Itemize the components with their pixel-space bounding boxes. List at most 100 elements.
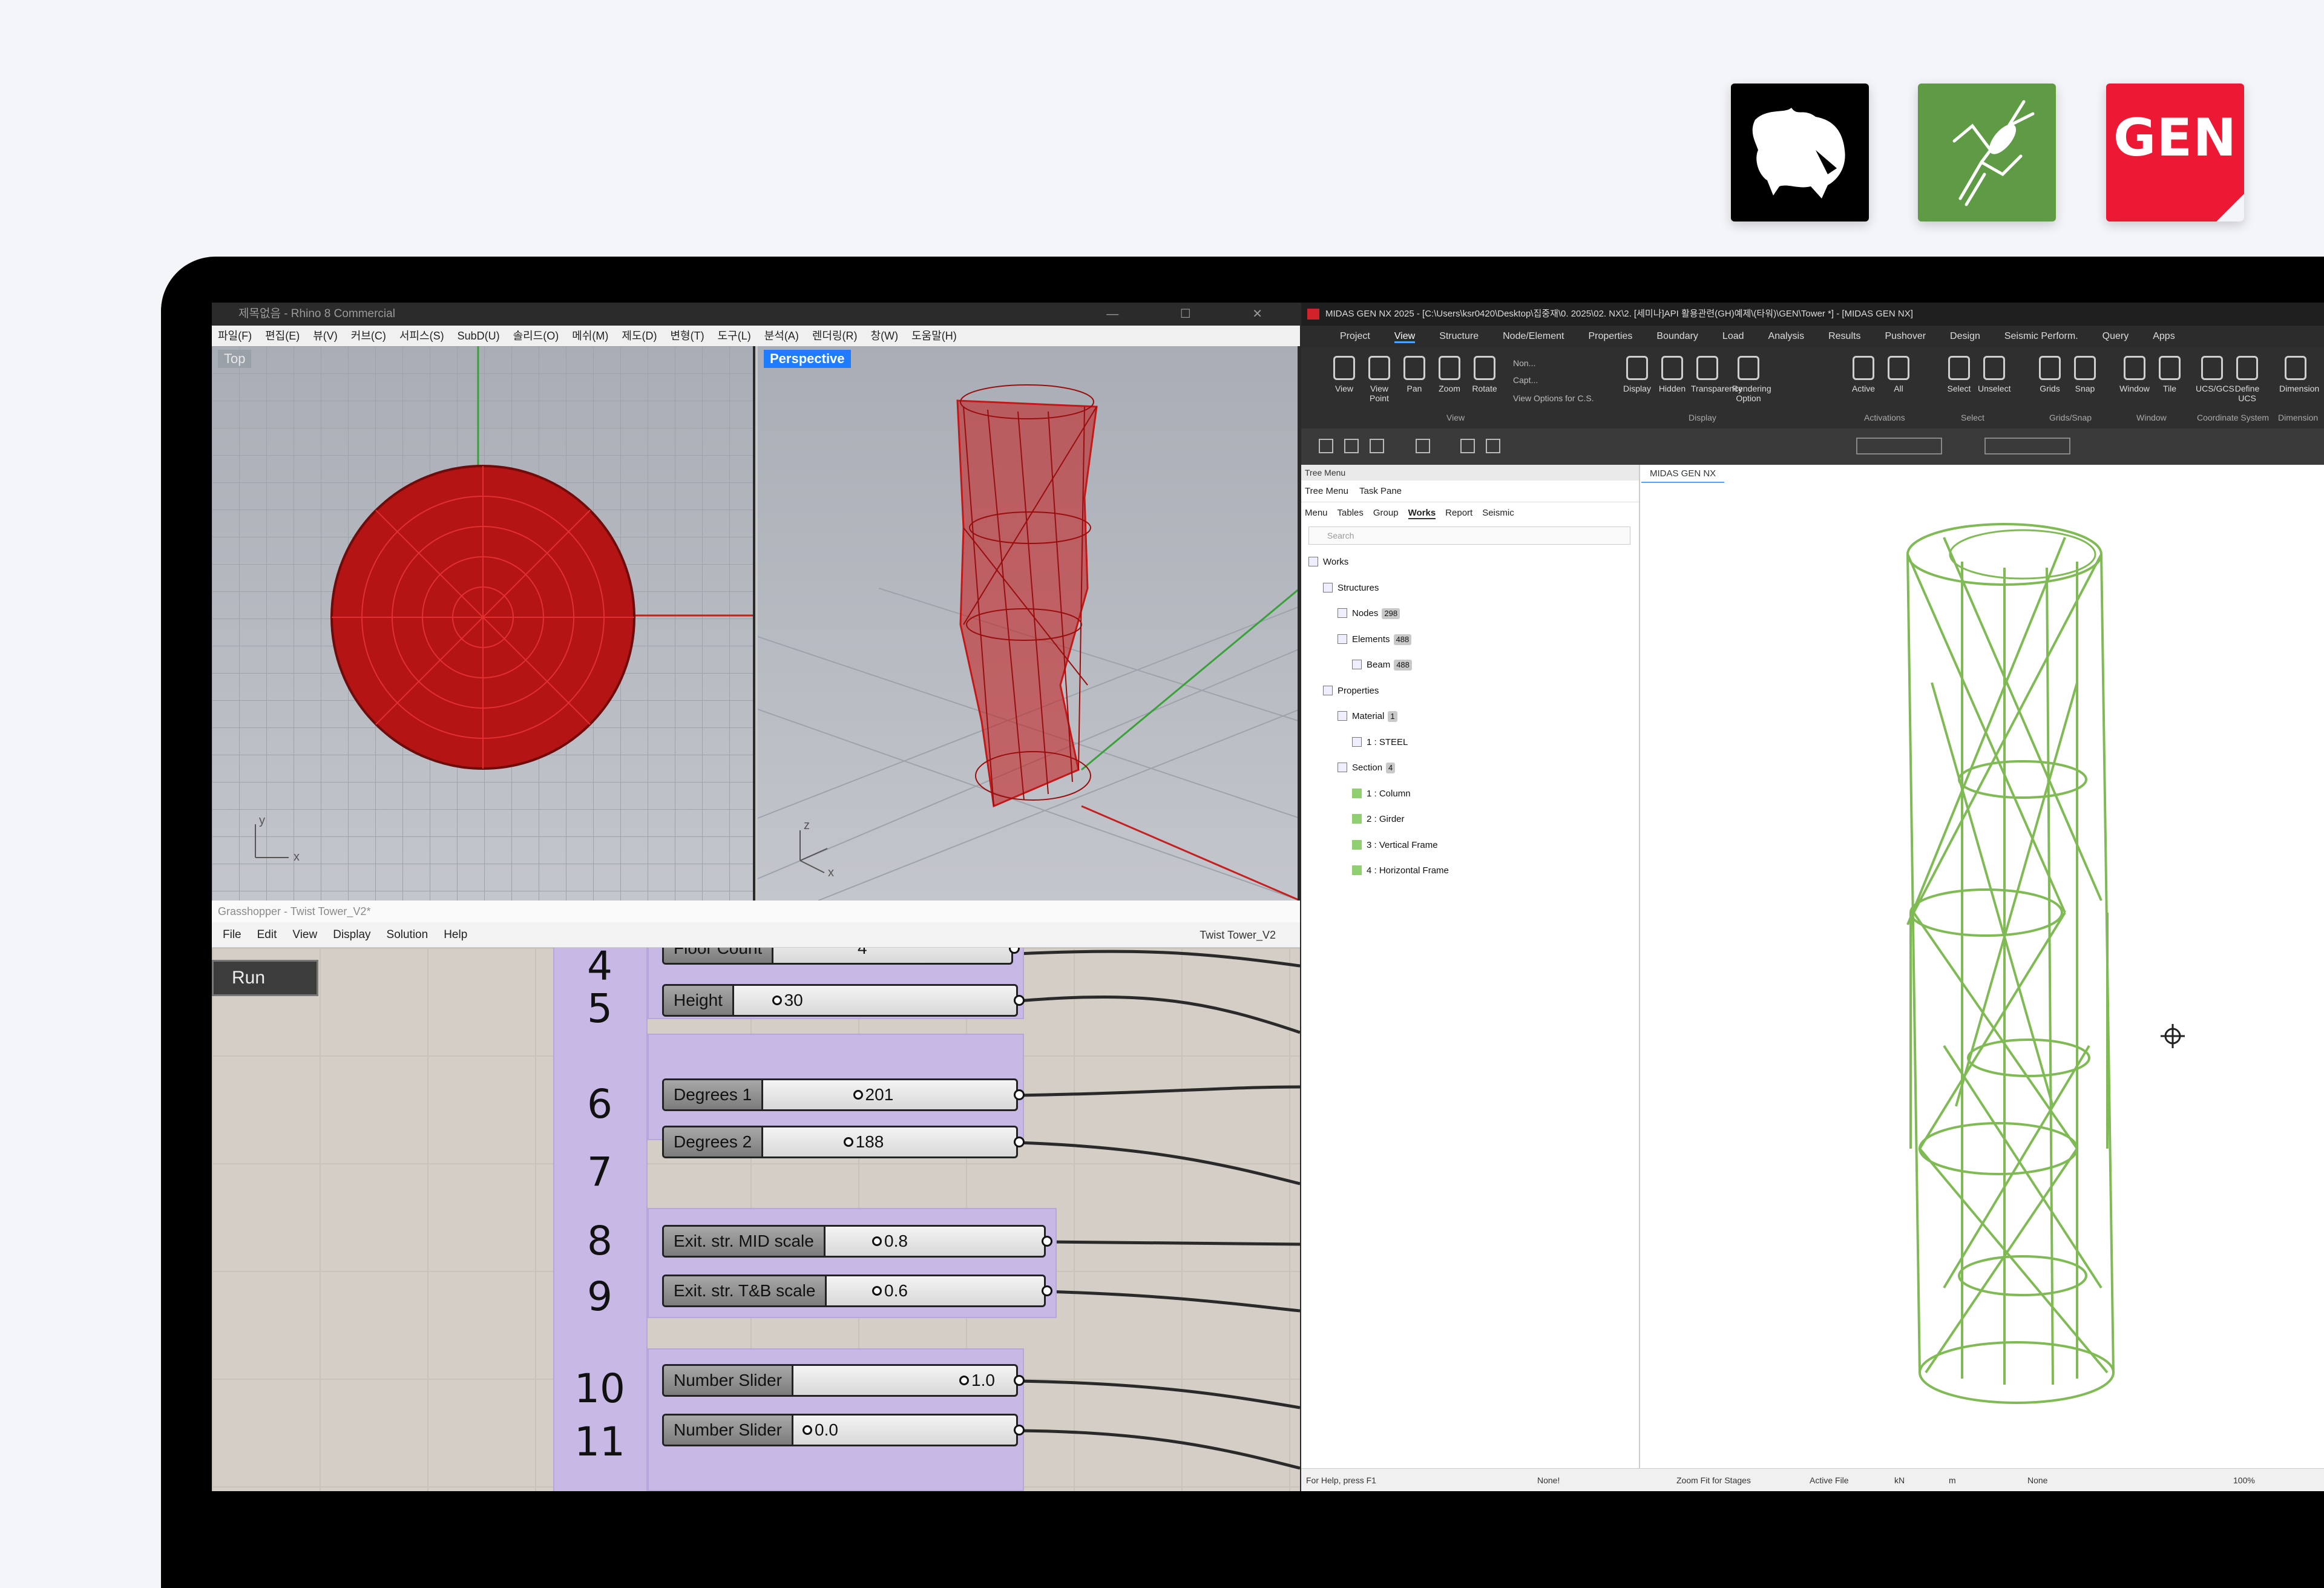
ribbon-button[interactable]: Define UCS <box>2231 356 2263 403</box>
rhino-menu-item[interactable]: 파일(F) <box>218 330 252 342</box>
slider-exit-mid-scale[interactable]: Exit. str. MID scale 0.8 <box>662 1225 1052 1258</box>
tree-panel-tab[interactable]: Task Pane <box>1359 486 1402 496</box>
ribbon-button[interactable]: Snap <box>2069 356 2101 393</box>
tree-subtab[interactable]: Seismic <box>1482 508 1514 518</box>
tree-subtab[interactable]: Works <box>1408 508 1436 519</box>
rhino-menu-item[interactable]: 분석(A) <box>764 330 799 342</box>
tree-item[interactable]: Structures <box>1323 580 1379 596</box>
ribbon-tab[interactable]: Apps <box>2153 331 2175 341</box>
gh-canvas[interactable]: Run 4 5 6 7 8 9 10 11 Floor Count 4 Heig… <box>212 948 1300 1491</box>
slider-grip-icon[interactable] <box>853 1090 863 1100</box>
ribbon-button[interactable]: Hidden <box>1656 356 1689 393</box>
selection-filter-select[interactable]: None <box>2027 1469 2047 1491</box>
ribbon-button[interactable]: View Point <box>1363 356 1396 403</box>
slider-degrees-2[interactable]: Degrees 2 188 <box>662 1126 1025 1158</box>
rhino-menu-item[interactable]: SubD(U) <box>458 330 500 342</box>
gh-menu-item[interactable]: Edit <box>257 928 277 941</box>
active-file-toggle[interactable]: Active File <box>1810 1469 1849 1491</box>
window-controls[interactable]: — ☐ ✕ <box>1106 303 1292 326</box>
ribbon-tab[interactable]: Structure <box>1439 331 1479 341</box>
force-unit-select[interactable]: kN <box>1894 1469 1905 1491</box>
gh-menu-item[interactable]: Solution <box>387 928 428 941</box>
rhino-menu-item[interactable]: 편집(E) <box>265 330 300 342</box>
ribbon-button[interactable]: Display <box>1621 356 1653 393</box>
tree-item[interactable]: Elements 488 <box>1338 632 1412 648</box>
rhino-menu-item[interactable]: 변형(T) <box>671 330 704 342</box>
ribbon-button[interactable]: Pan <box>1398 356 1431 393</box>
ribbon-tab[interactable]: Properties <box>1589 331 1633 341</box>
ribbon-button[interactable]: Unselect <box>1978 356 2011 393</box>
slider-degrees-1[interactable]: Degrees 1 201 <box>662 1078 1025 1111</box>
slider-height[interactable]: Height 30 <box>662 984 1025 1017</box>
tree-item[interactable]: 3 : Vertical Frame <box>1352 838 1438 853</box>
zoom-fit-toggle[interactable]: Zoom Fit for Stages <box>1676 1469 1751 1491</box>
tree-item[interactable]: Nodes 298 <box>1338 606 1400 622</box>
gh-menu-item[interactable]: View <box>292 928 317 941</box>
number-slider-1[interactable]: Number Slider 1.0 <box>662 1364 1025 1397</box>
tree-subtab[interactable]: Tables <box>1338 508 1364 518</box>
slider-exit-tb-scale[interactable]: Exit. str. T&B scale 0.6 <box>662 1275 1052 1307</box>
ribbon-button[interactable]: Dimension <box>2279 356 2319 393</box>
ribbon-tab[interactable]: View <box>1394 331 1416 343</box>
ribbon-tab[interactable]: Boundary <box>1656 331 1698 341</box>
ribbon-tab[interactable]: Project <box>1340 331 1370 341</box>
ribbon-tab[interactable]: Query <box>2102 331 2129 341</box>
tree-subtab[interactable]: Group <box>1373 508 1399 518</box>
viewport-label-perspective[interactable]: Perspective <box>764 350 851 368</box>
zoom-level-select[interactable]: 100% <box>2233 1469 2255 1491</box>
tree-subtab[interactable]: Report <box>1445 508 1472 518</box>
slider-floor-count[interactable]: Floor Count 4 <box>662 948 1020 965</box>
rhino-menu-item[interactable]: 렌더링(R) <box>812 330 858 342</box>
ribbon-tab[interactable]: Load <box>1722 331 1744 341</box>
viewport-perspective[interactable]: z x Perspective <box>758 346 1300 901</box>
ribbon-button[interactable]: Window <box>2118 356 2151 393</box>
tree-item[interactable]: Beam 488 <box>1352 657 1412 673</box>
slider-grip-icon[interactable] <box>872 1286 882 1296</box>
tree-item[interactable]: Material 1 <box>1338 709 1397 724</box>
rhino-menu-item[interactable]: 도움말(H) <box>911 330 957 342</box>
rhino-menu-item[interactable]: 솔리드(O) <box>513 330 559 342</box>
tree-item[interactable]: 1 : STEEL <box>1352 735 1408 750</box>
gh-menu-item[interactable]: File <box>223 928 241 941</box>
slider-grip-icon[interactable] <box>803 1425 812 1435</box>
ribbon-tab[interactable]: Analysis <box>1768 331 1805 341</box>
ribbon-tab[interactable]: Pushover <box>1885 331 1926 341</box>
run-button[interactable]: Run <box>212 960 318 996</box>
rhino-menu-item[interactable]: 도구(L) <box>718 330 751 342</box>
tree-subtab[interactable]: Menu <box>1305 508 1328 518</box>
tree-search-input[interactable]: Search <box>1308 527 1630 545</box>
ribbon-button[interactable]: Transparency <box>1691 356 1742 393</box>
ribbon-tab[interactable]: Node/Element <box>1503 331 1564 341</box>
rhino-menu-item[interactable]: 서피스(S) <box>399 330 444 342</box>
ribbon-button[interactable]: All <box>1882 356 1915 393</box>
slider-grip-icon[interactable] <box>872 1236 882 1246</box>
tree-item[interactable]: Works <box>1308 554 1348 570</box>
tree-item[interactable]: Section 4 <box>1338 760 1396 776</box>
tree-item[interactable]: Properties <box>1323 683 1379 699</box>
slider-grip-icon[interactable] <box>959 1376 969 1385</box>
ribbon-tab[interactable]: Design <box>1950 331 1980 341</box>
gh-document-name[interactable]: Twist Tower_V2 <box>1200 922 1276 948</box>
ribbon-button[interactable]: Active <box>1847 356 1880 393</box>
ribbon-small-button[interactable]: Non... <box>1513 358 1535 368</box>
number-slider-2[interactable]: Number Slider 0.0 <box>662 1414 1025 1446</box>
rhino-menu-item[interactable]: 커브(C) <box>351 330 386 342</box>
ribbon-button[interactable]: Select <box>1943 356 1975 393</box>
model-view[interactable]: MIDAS GEN NX <box>1641 465 2324 1468</box>
rhino-menu-item[interactable]: 제도(D) <box>622 330 657 342</box>
gh-menu-item[interactable]: Display <box>333 928 370 941</box>
ribbon-button[interactable]: Grids <box>2034 356 2066 393</box>
ribbon-button[interactable]: Zoom <box>1433 356 1466 393</box>
tree-item[interactable]: 4 : Horizontal Frame <box>1352 863 1449 879</box>
ribbon-button[interactable]: Rotate <box>1468 356 1501 393</box>
tree-item[interactable]: 1 : Column <box>1352 786 1411 802</box>
slider-grip-icon[interactable] <box>843 1137 853 1147</box>
tree-item[interactable]: 2 : Girder <box>1352 812 1405 827</box>
ribbon-button[interactable]: Tile <box>2153 356 2186 393</box>
ribbon-button[interactable]: Rendering Option <box>1732 356 1771 403</box>
ribbon-tab[interactable]: Results <box>1828 331 1860 341</box>
viewport-top[interactable]: y x Top <box>212 346 755 901</box>
rhino-menu-item[interactable]: 메쉬(M) <box>572 330 608 342</box>
rhino-menu-item[interactable]: 창(W) <box>871 330 899 342</box>
slider-grip-icon[interactable] <box>772 996 782 1005</box>
